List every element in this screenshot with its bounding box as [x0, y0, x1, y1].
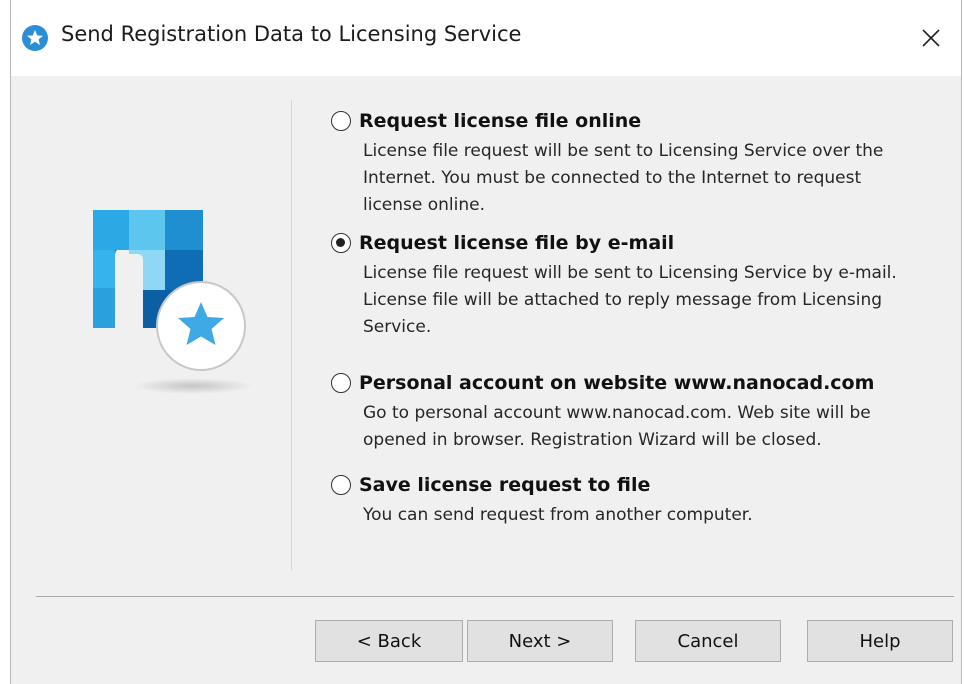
- option-personal-account[interactable]: Personal account on website www.nanocad.…: [331, 372, 923, 454]
- vertical-divider: [291, 100, 292, 570]
- back-button[interactable]: < Back: [315, 620, 463, 662]
- option-description: Go to personal account www.nanocad.com. …: [363, 403, 871, 450]
- option-description: License file request will be sent to Lic…: [363, 141, 884, 215]
- option-description: License file request will be sent to Lic…: [363, 263, 897, 337]
- window-title: Send Registration Data to Licensing Serv…: [61, 22, 522, 46]
- option-label: Save license request to file: [359, 474, 651, 496]
- option-description: You can send request from another comput…: [363, 505, 753, 525]
- help-button[interactable]: Help: [807, 620, 953, 662]
- dialog-window: Send Registration Data to Licensing Serv…: [10, 0, 962, 684]
- close-button[interactable]: [909, 16, 953, 60]
- next-button[interactable]: Next >: [467, 620, 613, 662]
- radio-request-online[interactable]: [331, 111, 351, 131]
- option-request-online[interactable]: Request license file online License file…: [331, 110, 923, 219]
- option-label: Request license file online: [359, 110, 642, 132]
- button-separator: [36, 596, 954, 597]
- close-icon: [922, 29, 940, 47]
- option-save-to-file[interactable]: Save license request to file You can sen…: [331, 474, 923, 529]
- nanocad-logo-icon: [93, 210, 253, 394]
- radio-personal-account[interactable]: [331, 373, 351, 393]
- nanocad-star-icon: [22, 25, 48, 51]
- cancel-button[interactable]: Cancel: [635, 620, 781, 662]
- option-label: Personal account on website www.nanocad.…: [359, 372, 875, 394]
- radio-request-email[interactable]: [331, 233, 351, 253]
- title-bar: Send Registration Data to Licensing Serv…: [11, 0, 961, 76]
- option-request-email[interactable]: Request license file by e-mail License f…: [331, 232, 923, 341]
- option-label: Request license file by e-mail: [359, 232, 675, 254]
- radio-save-to-file[interactable]: [331, 475, 351, 495]
